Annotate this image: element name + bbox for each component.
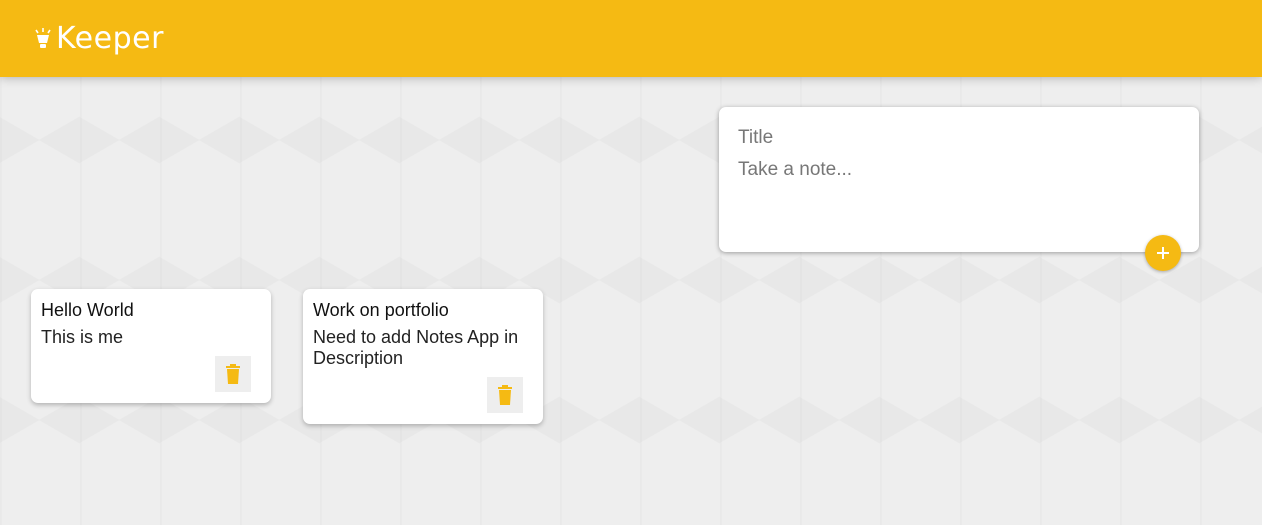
note-content: This is me: [41, 327, 124, 347]
note-content: Need to add Notes App in Description: [313, 327, 519, 368]
note-title-input[interactable]: [738, 127, 1180, 149]
create-note-form: [719, 107, 1199, 252]
add-note-button[interactable]: [1145, 235, 1181, 271]
note-title: Work on portfolio: [313, 300, 449, 320]
delete-note-button[interactable]: [487, 377, 523, 413]
note-title: Hello World: [41, 300, 134, 320]
trash-icon: [226, 364, 240, 384]
note-content-input[interactable]: [738, 159, 1180, 229]
delete-note-button[interactable]: [215, 356, 251, 392]
app-header: Keeper: [0, 0, 1262, 77]
note-card: Work on portfolio Need to add Notes App …: [303, 289, 543, 424]
trash-icon: [498, 385, 512, 405]
app-title: Keeper: [56, 21, 164, 56]
note-card: Hello World This is me: [31, 289, 271, 403]
plus-icon: [1157, 247, 1169, 259]
app-logo: Keeper: [34, 21, 164, 56]
lightbulb-icon: [35, 27, 51, 48]
